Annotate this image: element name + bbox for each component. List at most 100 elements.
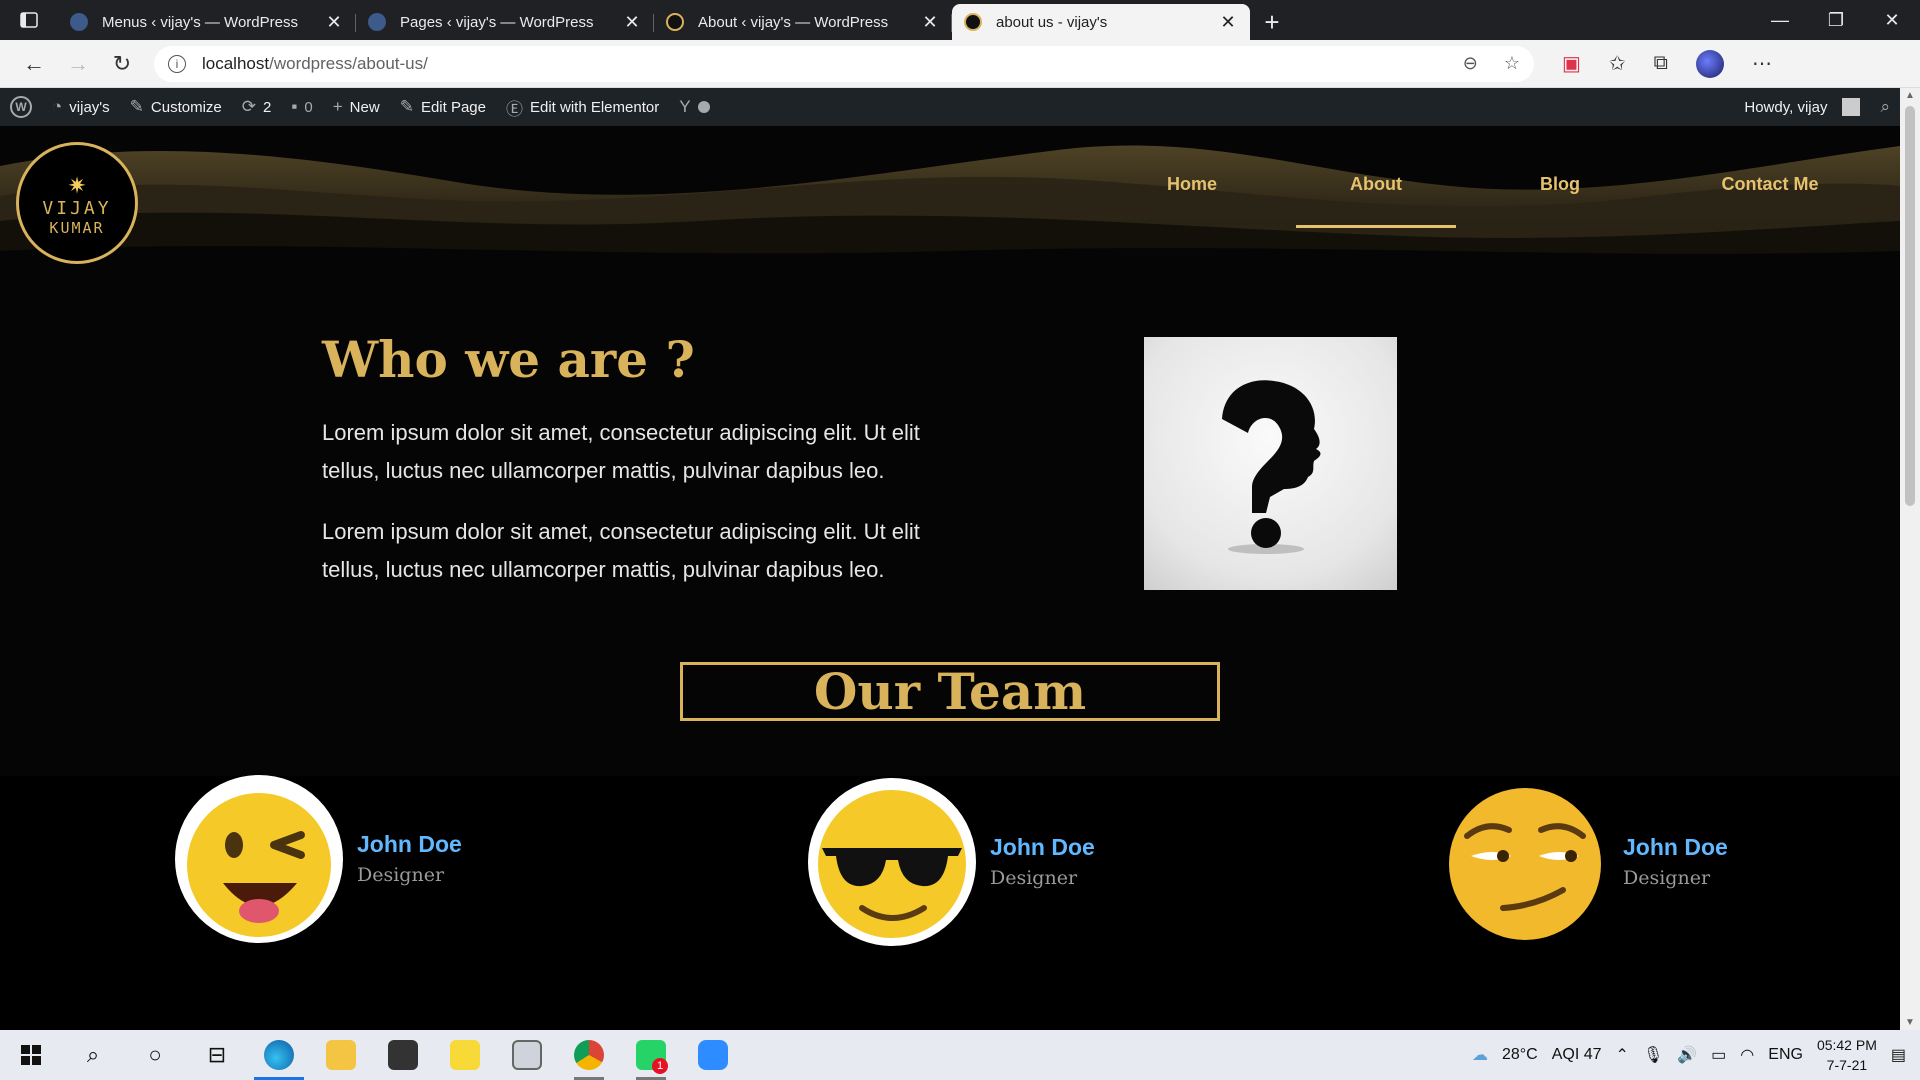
smirking-face-icon xyxy=(1449,788,1601,940)
aqi-value[interactable]: AQI 47 xyxy=(1552,1046,1602,1064)
language-indicator[interactable]: ENG xyxy=(1768,1046,1803,1064)
dashboard-icon: ◔ xyxy=(52,97,63,116)
windows-start-icon[interactable] xyxy=(0,1030,62,1080)
forward-arrow-icon[interactable]: → xyxy=(56,44,100,84)
wifi-icon[interactable]: ◠ xyxy=(1740,1045,1754,1065)
whatsapp-icon[interactable]: 1 xyxy=(620,1030,682,1080)
chevron-up-icon[interactable]: ⌃ xyxy=(1616,1045,1629,1065)
member-avatar xyxy=(1441,778,1609,946)
settings-app-icon[interactable] xyxy=(496,1030,558,1080)
wp-account-menu[interactable]: Howdy, vijay xyxy=(1734,88,1870,126)
wp-site-name-menu[interactable]: ◔ vijay's xyxy=(42,88,120,126)
zoom-icon[interactable] xyxy=(682,1030,744,1080)
wordpress-logo-icon: W xyxy=(10,96,32,118)
edge-browser-icon[interactable] xyxy=(248,1030,310,1080)
site-name: vijay's xyxy=(69,98,110,116)
browser-tab-about-us[interactable]: about us - vijay's ✕ xyxy=(952,4,1250,40)
store-icon[interactable] xyxy=(372,1030,434,1080)
wp-comments-link[interactable]: ▪ 0 xyxy=(281,88,322,126)
wp-customize-link[interactable]: ✎ Customize xyxy=(120,88,232,126)
close-tab-icon[interactable]: ✕ xyxy=(622,12,642,33)
wp-new-menu[interactable]: + New xyxy=(323,88,390,126)
close-tab-icon[interactable]: ✕ xyxy=(920,12,940,33)
about-paragraph-1: Lorem ipsum dolor sit amet, consectetur … xyxy=(322,420,920,483)
wp-updates-link[interactable]: ⟳ 2 xyxy=(232,88,282,126)
about-paragraph-2: Lorem ipsum dolor sit amet, consectetur … xyxy=(322,519,920,582)
minimize-icon[interactable]: — xyxy=(1752,0,1808,40)
wordpress-favicon-icon xyxy=(70,13,88,31)
url-host: localhost xyxy=(202,53,270,73)
weather-temp[interactable]: 28°C xyxy=(1502,1046,1538,1064)
favorites-icon[interactable]: ✩ xyxy=(1609,51,1626,76)
team-member: John Doe Designer xyxy=(808,778,1095,946)
member-name[interactable]: John Doe xyxy=(357,831,462,858)
sticky-notes-icon[interactable] xyxy=(434,1030,496,1080)
task-view-icon[interactable]: ⊟ xyxy=(186,1030,248,1080)
new-tab-button[interactable]: + xyxy=(1250,4,1294,40)
scrollbar-thumb[interactable] xyxy=(1905,106,1915,506)
logo-line2: KUMAR xyxy=(49,218,105,237)
tab-title: Menus ‹ vijay's — WordPress xyxy=(102,13,298,31)
close-window-icon[interactable]: ✕ xyxy=(1864,0,1920,40)
wordpress-favicon-icon xyxy=(368,13,386,31)
nav-item-blog[interactable]: Blog xyxy=(1480,172,1640,228)
winking-face-icon xyxy=(187,793,331,937)
customize-label: Customize xyxy=(150,98,222,116)
tab-actions-icon[interactable] xyxy=(0,0,58,40)
wp-edit-page-link[interactable]: ✎ Edit Page xyxy=(390,88,496,126)
nav-item-home[interactable]: Home xyxy=(1112,172,1272,228)
clock[interactable]: 05:42 PM 7-7-21 xyxy=(1817,1035,1877,1075)
close-tab-icon[interactable]: ✕ xyxy=(1218,12,1238,33)
wp-search-button[interactable]: ⌕ xyxy=(1870,88,1900,126)
site-info-icon[interactable]: i xyxy=(168,54,186,73)
file-explorer-icon[interactable] xyxy=(310,1030,372,1080)
cortana-icon[interactable]: ○ xyxy=(124,1030,186,1080)
browser-tab-pages[interactable]: Pages ‹ vijay's — WordPress ✕ xyxy=(356,4,654,40)
pocket-icon[interactable]: ▣ xyxy=(1562,51,1581,76)
microphone-icon[interactable]: 🎙 xyxy=(1643,1045,1663,1065)
close-tab-icon[interactable]: ✕ xyxy=(324,12,344,33)
plus-icon: + xyxy=(332,97,343,116)
member-name[interactable]: John Doe xyxy=(990,834,1095,861)
address-bar[interactable]: i localhost/wordpress/about-us/ ⊖ ☆ xyxy=(154,45,1534,82)
restore-icon[interactable]: ❐ xyxy=(1808,0,1864,40)
battery-icon[interactable]: ▭ xyxy=(1711,1045,1726,1065)
collections-icon[interactable]: ⧉ xyxy=(1654,52,1668,75)
scroll-up-icon[interactable]: ▲ xyxy=(1900,90,1920,101)
member-role: Designer xyxy=(990,867,1078,889)
add-favorite-icon[interactable]: ☆ xyxy=(1504,53,1520,74)
member-name[interactable]: John Doe xyxy=(1623,834,1728,861)
search-icon[interactable]: ⌕ xyxy=(62,1030,124,1080)
team-member: John Doe Designer xyxy=(175,775,462,943)
site-logo[interactable]: ✷ VIJAY KUMAR xyxy=(16,142,138,264)
weather-icon[interactable]: ☁ xyxy=(1472,1045,1488,1065)
refresh-icon[interactable]: ↻ xyxy=(100,44,144,84)
sunglasses-face-icon xyxy=(818,790,966,938)
chrome-icon[interactable] xyxy=(558,1030,620,1080)
page-scrollbar[interactable]: ▲ ▼ xyxy=(1900,88,1920,1030)
clock-time: 05:42 PM xyxy=(1816,1037,1877,1053)
howdy-label: Howdy, vijay xyxy=(1744,98,1828,116)
back-arrow-icon[interactable]: ← xyxy=(12,44,56,84)
member-avatar xyxy=(175,775,343,943)
updates-count: 2 xyxy=(263,98,272,116)
volume-icon[interactable]: 🔊 xyxy=(1677,1045,1697,1065)
browser-tab-about[interactable]: About ‹ vijay's — WordPress ✕ xyxy=(654,4,952,40)
profile-avatar[interactable] xyxy=(1695,49,1724,78)
more-options-icon[interactable]: ⋯ xyxy=(1752,51,1772,76)
system-tray: ☁ 28°C AQI 47 ⌃ 🎙 🔊 ▭ ◠ ENG 05:42 PM 7-7… xyxy=(1472,1035,1920,1075)
site-favicon-icon xyxy=(964,13,982,31)
scroll-down-icon[interactable]: ▼ xyxy=(1900,1017,1920,1028)
tab-title: about us - vijay's xyxy=(996,13,1108,31)
zoom-out-icon[interactable]: ⊖ xyxy=(1463,53,1478,74)
nav-item-contact[interactable]: Contact Me xyxy=(1640,172,1900,228)
updates-icon: ⟳ xyxy=(241,97,257,116)
browser-tab-menus[interactable]: Menus ‹ vijay's — WordPress ✕ xyxy=(58,4,356,40)
nav-item-about[interactable]: About xyxy=(1296,172,1456,228)
member-avatar xyxy=(808,778,976,946)
wp-edit-elementor-link[interactable]: Ⓔ Edit with Elementor xyxy=(496,88,669,126)
wp-yoast-menu[interactable]: Y xyxy=(669,88,719,126)
notifications-icon[interactable]: ▤ xyxy=(1891,1045,1906,1065)
wp-logo-menu[interactable]: W xyxy=(0,88,42,126)
elementor-icon: Ⓔ xyxy=(505,99,523,119)
